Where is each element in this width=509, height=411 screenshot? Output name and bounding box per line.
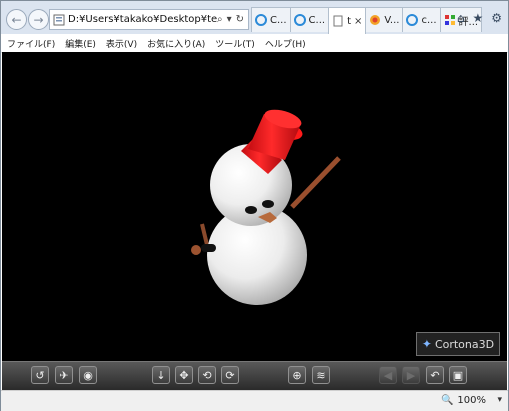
page-icon	[333, 15, 343, 27]
forward-arrow-icon: →	[33, 12, 44, 27]
browser-toolbar-icons: ⌂ ★ ⚙	[457, 11, 502, 25]
tab-2[interactable]: C...	[289, 7, 330, 32]
fly-mode-button[interactable]: ✈	[55, 366, 73, 384]
left-hand	[191, 245, 201, 255]
menu-help[interactable]: ヘルプ(H)	[259, 37, 310, 50]
right-arm	[290, 156, 341, 209]
tab-label: t	[347, 15, 351, 27]
address-tools: ⌕ ▾ ↻	[217, 14, 248, 25]
favorites-icon[interactable]: ★	[472, 11, 483, 25]
tab-4[interactable]: V...	[365, 7, 404, 32]
pan-button[interactable]: ✥	[175, 366, 193, 384]
cortona3d-logo: ✦ Cortona3D	[416, 332, 500, 356]
ie-icon	[406, 14, 419, 26]
home-icon[interactable]: ⌂	[457, 11, 465, 25]
browser-chrome: ← → D:¥Users¥takako¥Desktop¥test.wrl ⌕ ▾…	[1, 1, 508, 34]
viewer-control-bar: ↺ ✈ ◉ ↓ ✥ ⟲ ⟳ ⊕ ≋ ◀ ▶ ↶ ▣	[2, 361, 507, 390]
back-button[interactable]: ←	[6, 9, 27, 30]
tab-label: C...	[270, 14, 287, 26]
next-viewpoint-button[interactable]: ▶	[402, 366, 420, 384]
rotate-mode-button[interactable]: ↺	[31, 366, 49, 384]
status-bar: 🔍 100% ▾	[1, 390, 508, 411]
zoom-control[interactable]: 🔍 100%	[441, 395, 486, 406]
roll-icon: ⟳	[225, 368, 235, 382]
browser-window: ← → D:¥Users¥takako¥Desktop¥test.wrl ⌕ ▾…	[0, 0, 509, 411]
address-bar[interactable]: D:¥Users¥takako¥Desktop¥test.wrl ⌕ ▾ ↻	[49, 9, 249, 30]
menu-file[interactable]: ファイル(F)	[1, 37, 59, 50]
rotate-icon: ↺	[35, 368, 45, 382]
eye-icon: ◉	[83, 368, 93, 382]
close-tab-icon[interactable]: ×	[354, 16, 362, 27]
turn-arrows-icon: ⟲	[202, 368, 212, 382]
zoom-dropdown-icon[interactable]: ▾	[497, 395, 502, 405]
menu-bar: ファイル(F) 編集(E) 表示(V) お気に入り(A) ツール(T) ヘルプ(…	[1, 34, 508, 53]
cortona-logo-icon: ✦	[421, 337, 432, 351]
tab-strip: C... C... t × V... c... 評...	[251, 7, 483, 34]
previous-viewpoint-button[interactable]: ◀	[379, 366, 397, 384]
goto-button[interactable]: ⊕	[288, 366, 306, 384]
move-cross-icon: ✥	[179, 368, 189, 382]
study-mode-button[interactable]: ◉	[79, 366, 97, 384]
menu-view[interactable]: 表示(V)	[100, 37, 141, 50]
previous-icon: ◀	[383, 368, 393, 382]
fit-button[interactable]: ▣	[449, 366, 467, 384]
tab-5[interactable]: c...	[402, 7, 441, 32]
tab-label: C...	[308, 14, 326, 26]
undo-icon: ↶	[430, 368, 440, 382]
logo-text: Cortona3D	[434, 337, 495, 351]
zoom-icon: 🔍	[440, 395, 454, 406]
ie-icon	[255, 14, 267, 26]
next-icon: ▶	[406, 368, 416, 382]
align-icon: ≋	[316, 368, 326, 382]
forward-button[interactable]: →	[28, 9, 49, 30]
plane-icon: ✈	[59, 368, 69, 382]
search-icon[interactable]: ⌕	[217, 14, 223, 25]
tab-3-active[interactable]: t ×	[328, 7, 367, 34]
snowman-scene	[191, 109, 341, 305]
roll-button[interactable]: ⟳	[221, 366, 239, 384]
align-button[interactable]: ≋	[312, 366, 330, 384]
right-eye	[262, 200, 274, 208]
tab-label: V...	[384, 14, 400, 26]
turn-button[interactable]: ⟲	[198, 366, 216, 384]
body-button	[201, 244, 216, 252]
restore-button[interactable]: ↶	[426, 366, 444, 384]
menu-favorites[interactable]: お気に入り(A)	[141, 37, 209, 50]
zoom-label: 100%	[457, 395, 486, 406]
left-eye	[245, 206, 257, 214]
refresh-icon[interactable]: ↻	[236, 14, 244, 25]
vrml-viewport[interactable]: ✦ Cortona3D	[2, 52, 507, 361]
ie-icon	[293, 14, 306, 26]
page-favicon-icon	[53, 14, 65, 25]
dropdown-icon[interactable]: ▾	[227, 14, 232, 25]
walk-button[interactable]: ↓	[152, 366, 170, 384]
crosshair-icon: ⊕	[292, 368, 302, 382]
settings-icon[interactable]: ⚙	[491, 11, 502, 25]
tab-label: c...	[421, 14, 437, 26]
colorful-site-icon	[370, 15, 381, 25]
address-url[interactable]: D:¥Users¥takako¥Desktop¥test.wrl	[68, 14, 217, 25]
grid-site-icon	[444, 15, 455, 25]
fit-frame-icon: ▣	[452, 368, 464, 382]
menu-tools[interactable]: ツール(T)	[209, 37, 259, 50]
tab-1[interactable]: C...	[251, 7, 291, 32]
menu-edit[interactable]: 編集(E)	[59, 37, 100, 50]
back-arrow-icon: ←	[11, 12, 22, 27]
down-arrow-icon: ↓	[156, 368, 166, 382]
